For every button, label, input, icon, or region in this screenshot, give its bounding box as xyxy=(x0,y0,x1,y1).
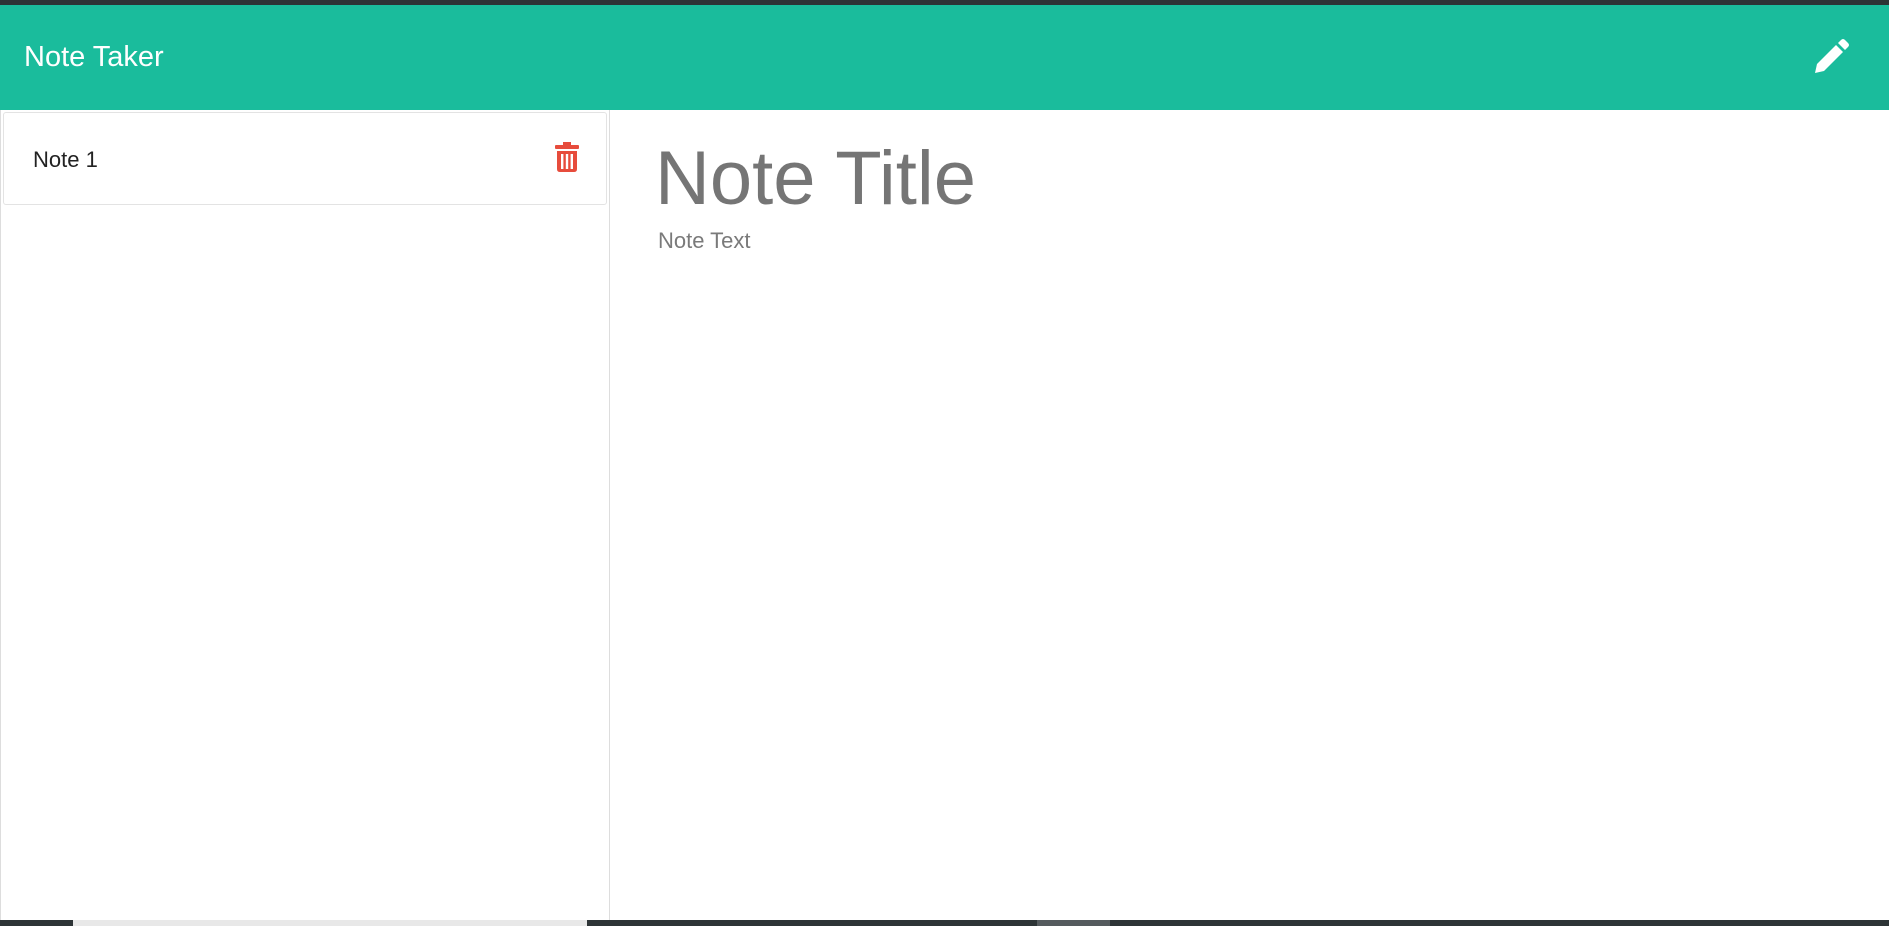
pencil-icon xyxy=(1815,39,1849,73)
trash-icon xyxy=(555,142,579,172)
navbar: Note Taker xyxy=(0,5,1889,110)
bottom-bar xyxy=(0,920,1889,926)
bottom-scroll-thumb xyxy=(1037,920,1110,926)
notes-sidebar: Note 1 xyxy=(0,110,610,920)
app-title: Note Taker xyxy=(24,41,164,73)
note-text-input[interactable] xyxy=(658,228,1838,828)
note-editor xyxy=(611,110,1889,920)
bottom-scroll-segment xyxy=(73,920,587,926)
note-title-input[interactable] xyxy=(655,128,1835,228)
new-note-button[interactable] xyxy=(1806,32,1856,82)
note-list-item[interactable]: Note 1 xyxy=(3,112,607,205)
delete-note-button[interactable] xyxy=(552,140,582,174)
note-item-title: Note 1 xyxy=(33,147,98,172)
